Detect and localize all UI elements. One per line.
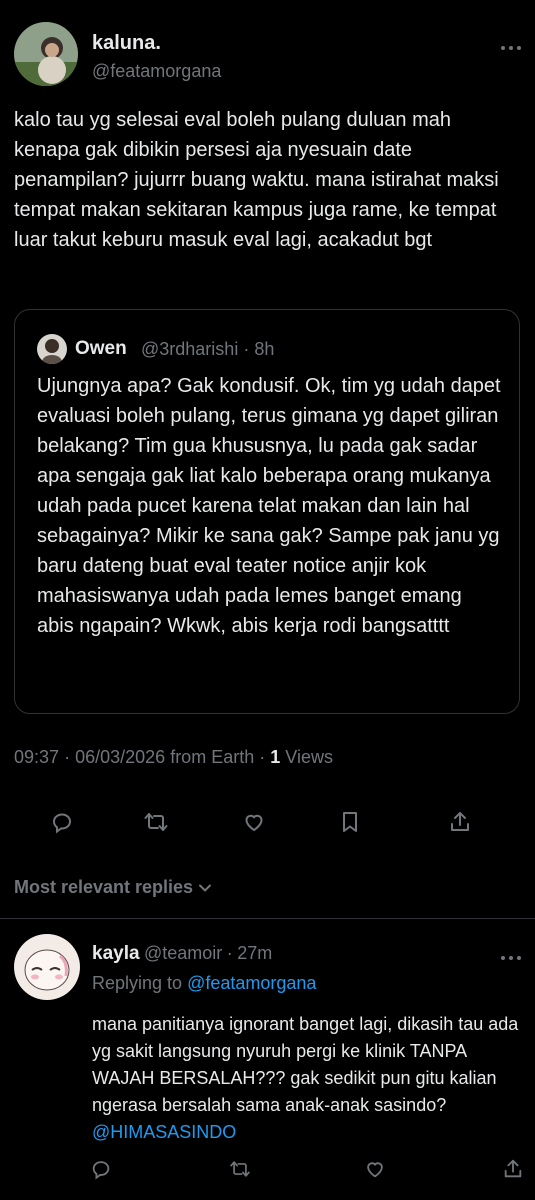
author-handle[interactable]: @featamorgana (92, 61, 221, 82)
reply-author-name[interactable]: kayla (92, 943, 140, 964)
share-icon[interactable] (444, 808, 476, 836)
quote-text: Ujungnya apa? Gak kondusif. Ok, tim yg u… (37, 375, 501, 637)
section-divider (0, 918, 535, 919)
more-horizontal-icon[interactable] (500, 34, 522, 57)
reply-time: 27m (237, 943, 273, 963)
sort-replies-button[interactable]: Most relevant replies (14, 877, 213, 898)
quote-author-avatar (37, 334, 67, 364)
author-name[interactable]: kaluna. (92, 32, 161, 55)
reply-mention-link[interactable]: @HIMASASINDO (92, 1122, 236, 1142)
reply-icon[interactable] (46, 808, 78, 836)
chevron-down-icon (197, 880, 213, 896)
quote-separator: · (243, 339, 250, 359)
retweet-icon[interactable] (140, 808, 172, 836)
reply-text: mana panitianya ignorant banget lagi, di… (92, 1014, 519, 1115)
tweet-meta: 09:37 · 06/03/2026 from Earth · 1 Views (14, 747, 333, 768)
quote-author-name: Owen (75, 338, 127, 359)
reply-author-avatar[interactable] (14, 934, 80, 1000)
tweet-source: from Earth (170, 747, 255, 767)
replying-to-prefix: Replying to (92, 973, 183, 993)
quote-author-handle: @3rdharishi (141, 339, 239, 359)
views-label: Views (285, 747, 333, 767)
more-horizontal-icon[interactable] (500, 944, 522, 967)
replying-to-line: Replying to @featamorgana (92, 973, 316, 994)
quote-time: 8h (254, 339, 275, 359)
author-avatar[interactable] (14, 22, 78, 86)
like-icon[interactable] (362, 1156, 388, 1182)
tweet-time: 09:37 (14, 747, 60, 767)
reply-author-handle[interactable]: @teamoir (144, 943, 222, 963)
meta-separator: · (64, 747, 71, 767)
retweet-icon[interactable] (227, 1156, 253, 1182)
like-icon[interactable] (238, 808, 270, 836)
share-icon[interactable] (500, 1156, 526, 1182)
author-avatar-photo (14, 22, 78, 86)
quoted-tweet[interactable]: Owen @3rdharishi · 8h Ujungnya apa? Gak … (14, 309, 520, 714)
sort-replies-label: Most relevant replies (14, 877, 194, 897)
tweet-date: 06/03/2026 (75, 747, 166, 767)
bookmark-icon[interactable] (334, 808, 366, 836)
tweet-text: kalo tau yg selesai eval boleh pulang du… (14, 109, 499, 251)
reply-text-block: mana panitianya ignorant banget lagi, di… (92, 1011, 520, 1146)
replying-to-link[interactable]: @featamorgana (187, 973, 316, 993)
views-count: 1 (270, 747, 281, 767)
reply-icon[interactable] (88, 1156, 114, 1182)
meta-separator: · (259, 747, 266, 767)
reply-separator: · (226, 943, 233, 963)
